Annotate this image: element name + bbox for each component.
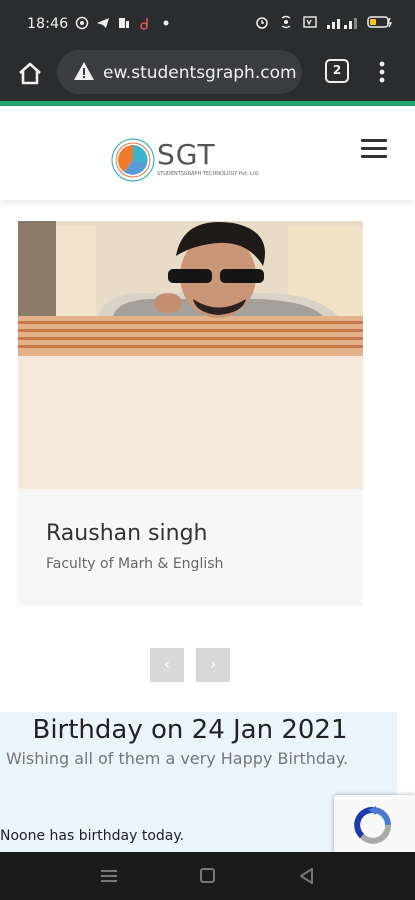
dot-icon: [163, 20, 169, 26]
recent-apps-icon[interactable]: [101, 870, 117, 882]
news-icon: [119, 18, 129, 28]
home-icon[interactable]: [14, 58, 46, 90]
logo-subtext: STUDENTSGRAPH TECHNOLOGY Pvt. Ltd.: [157, 171, 260, 177]
faculty-card: Raushan singh Faculty of Marh & English: [18, 221, 363, 606]
site-header: SGT STUDENTSGRAPH TECHNOLOGY Pvt. Ltd.: [0, 106, 415, 200]
faculty-photo: [18, 221, 363, 489]
birthday-subtitle: Wishing all of them a very Happy Birthda…: [6, 749, 349, 768]
alarm-icon: [256, 17, 268, 29]
browser-toolbar: ew.studentsgraph.com 2: [0, 48, 415, 104]
logo-text: SGT: [157, 138, 216, 171]
birthday-title: Birthday on 24 Jan 2021: [32, 715, 348, 745]
faculty-name: Raushan singh: [46, 521, 208, 546]
back-icon[interactable]: [298, 867, 314, 885]
logo-mark-icon: [111, 138, 155, 182]
site-logo[interactable]: SGT STUDENTSGRAPH TECHNOLOGY Pvt. Ltd.: [110, 136, 259, 186]
telegram-icon: [97, 18, 109, 28]
birthday-empty-message: Noone has birthday today.: [0, 828, 185, 844]
status-time: 18:46: [27, 16, 69, 32]
notification-icons: [75, 16, 173, 30]
carousel-prev-button[interactable]: ‹: [150, 648, 184, 682]
status-bar: 18:46: [0, 0, 415, 48]
recaptcha-icon: [354, 806, 391, 844]
signal-icon: [327, 18, 357, 29]
carousel-next-button[interactable]: ›: [196, 648, 230, 682]
tab-switcher-button[interactable]: 2: [325, 59, 349, 83]
system-icons: [255, 15, 393, 29]
home-nav-icon[interactable]: [200, 868, 215, 883]
address-bar[interactable]: ew.studentsgraph.com: [57, 50, 302, 94]
battery-icon: [367, 16, 393, 28]
system-nav-bar: [0, 852, 415, 900]
hamburger-menu-icon[interactable]: [361, 139, 387, 159]
wifi-hotspot-icon: [281, 15, 291, 29]
warning-icon[interactable]: [73, 61, 95, 81]
tiktok-icon: [140, 18, 148, 30]
url-text[interactable]: ew.studentsgraph.com: [103, 63, 298, 83]
whatsapp-icon: [75, 16, 89, 30]
faculty-role: Faculty of Marh & English: [46, 556, 224, 572]
recaptcha-badge[interactable]: [334, 795, 415, 853]
overflow-menu-icon[interactable]: [374, 58, 390, 86]
volte-icon: [303, 16, 317, 28]
